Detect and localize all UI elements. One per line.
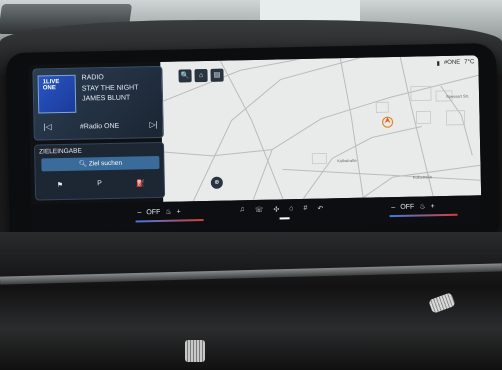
station-name: #Radio ONE [79, 122, 120, 131]
apps-icon[interactable]: # [303, 205, 307, 213]
navigation-map[interactable]: Spessart Str. Kolbstraße Kolbstraße ▮ #O… [160, 55, 482, 202]
skip-next-icon[interactable]: ▷| [146, 120, 160, 132]
fan-status[interactable]: OFF [146, 208, 160, 215]
infotainment-screen: Spessart Str. Kolbstraße Kolbstraße ▮ #O… [28, 55, 482, 233]
station-indicator: #ONE [443, 59, 461, 66]
display-bezel: Spessart Str. Kolbstraße Kolbstraße ▮ #O… [6, 42, 500, 244]
media-icon[interactable]: ♫ [239, 206, 244, 214]
flag-icon[interactable]: ⚑ [57, 181, 63, 189]
temp-up-button[interactable]: + [177, 208, 181, 215]
media-widget[interactable]: 1LIVE ONE RADIO STAY THE NIGHT JAMES BLUN… [32, 65, 164, 141]
temp-down-button[interactable]: – [391, 204, 395, 211]
outside-temperature: 7°C [464, 59, 475, 66]
app-dock: ♫ ☏ ✣ ⌂ # ↶ [239, 205, 323, 215]
destination-search-button[interactable]: 🔍︎ Ziel suchen [41, 155, 160, 172]
temperature-slider[interactable] [135, 219, 204, 223]
temp-down-button[interactable]: – [137, 209, 141, 216]
back-icon[interactable]: ↶ [317, 205, 323, 213]
climate-right: – OFF ♨ + [391, 202, 434, 211]
search-icon[interactable]: 🔍 [178, 69, 192, 83]
home-icon[interactable]: ⌂ [194, 68, 208, 83]
map-roads [160, 56, 481, 202]
media-source: RADIO [81, 74, 104, 82]
seat-heat-icon[interactable]: ♨ [419, 202, 425, 210]
seat-heat-icon[interactable]: ♨ [165, 208, 171, 216]
map-street-label: Kolbstraße [337, 157, 357, 164]
fuel-icon[interactable]: ⛽ [136, 179, 145, 187]
album-art: 1LIVE ONE [37, 74, 77, 114]
phone-icon[interactable]: ☏ [255, 206, 264, 214]
destination-heading: ZIELEINGABE [39, 147, 82, 156]
search-icon: 🔍︎ [78, 160, 89, 168]
phone-icon: ▮ [436, 61, 441, 68]
lower-dashboard [0, 232, 502, 370]
air-vent-knob[interactable] [185, 340, 205, 362]
map-street-label: Spessart Str. [446, 93, 470, 99]
fan-icon[interactable]: ✣ [273, 205, 279, 213]
temp-up-button[interactable]: + [430, 203, 434, 210]
fan-status[interactable]: OFF [400, 203, 414, 210]
climate-bar: – OFF ♨ + ♫ ☏ ✣ ⌂ # ↶ – OFF ♨ + [31, 195, 482, 233]
track-artist: JAMES BLUNT [81, 94, 131, 103]
climate-left: – OFF ♨ + [137, 208, 180, 217]
album-station-logo: 1LIVE ONE [42, 79, 60, 92]
status-bar: ▮ #ONE 7°C [437, 59, 475, 67]
home-icon[interactable]: ⌂ [289, 205, 293, 213]
destination-widget[interactable]: ZIELEINGABE 🔍︎ Ziel suchen ⚑ P ⛽ [33, 141, 166, 201]
parking-icon[interactable]: P [97, 180, 102, 188]
quick-destination-icons: ⚑ P ⛽ [40, 179, 162, 190]
temperature-slider[interactable] [389, 213, 458, 218]
document-icon[interactable]: ▤ [210, 68, 224, 82]
track-title: STAY THE NIGHT [81, 84, 139, 93]
destination-search-label: Ziel suchen [88, 159, 123, 168]
active-indicator [279, 217, 290, 220]
map-street-label: Kolbstraße [412, 174, 433, 180]
